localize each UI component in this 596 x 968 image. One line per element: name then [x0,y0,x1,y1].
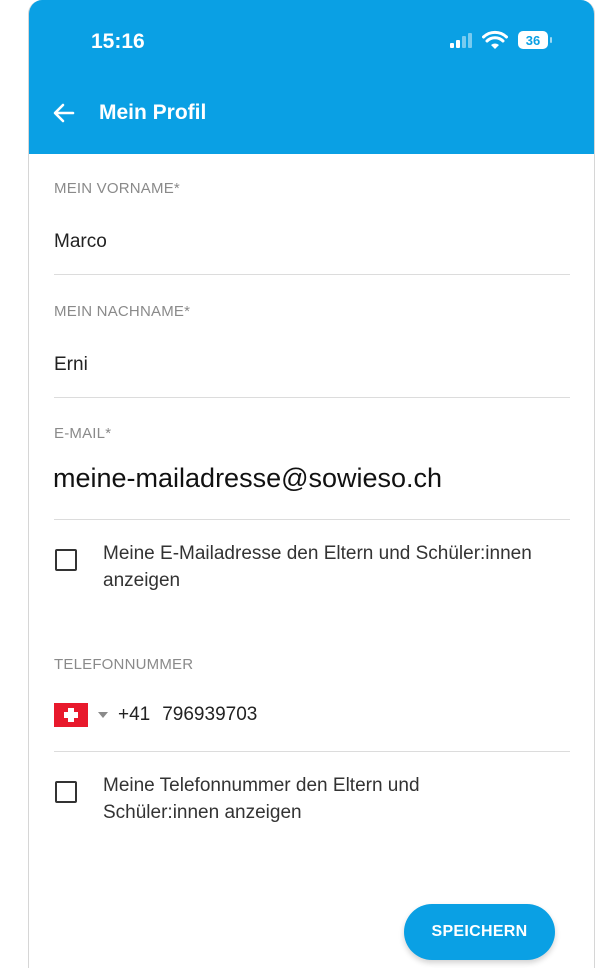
cellular-signal-icon [450,32,472,48]
battery-icon: 36 [518,31,552,49]
last-name-field[interactable]: Erni [54,354,88,376]
show-email-checkbox-row[interactable]: Meine E-Mailadresse den Eltern und Schül… [55,540,533,594]
page-title: Mein Profil [99,101,207,124]
first-name-field[interactable]: Marco [54,231,107,253]
divider [54,397,570,398]
show-phone-checkbox-row[interactable]: Meine Telefonnummer den Eltern und Schül… [55,772,533,826]
chevron-down-icon[interactable] [98,712,108,718]
app-screen: 15:16 36 Mein Profil MEIN VORNAME* Marco… [28,0,595,968]
phone-label: TELEFONNUMMER [54,656,194,673]
wifi-icon [482,30,508,49]
divider [54,274,570,275]
email-label: E-MAIL* [54,425,112,442]
show-email-checkbox[interactable] [55,549,77,571]
save-button[interactable]: SPEICHERN [404,904,555,960]
status-icons: 36 [450,30,552,50]
email-field[interactable]: meine-mailadresse@sowieso.ch [53,463,442,494]
back-arrow-icon[interactable] [51,100,77,126]
last-name-label: MEIN NACHNAME* [54,303,191,320]
show-email-checkbox-label: Meine E-Mailadresse den Eltern und Schül… [103,543,532,591]
show-phone-checkbox-label: Meine Telefonnummer den Eltern und Schül… [103,775,420,823]
app-bar: 15:16 36 Mein Profil [29,0,594,154]
status-time: 15:16 [91,30,145,53]
phone-input-row[interactable]: +41 796939703 [54,703,257,727]
divider [54,519,570,520]
divider [54,751,570,752]
show-phone-checkbox[interactable] [55,781,77,803]
dial-code: +41 [118,704,151,725]
first-name-label: MEIN VORNAME* [54,180,180,197]
swiss-flag-icon[interactable] [54,703,88,727]
phone-number-field[interactable]: 796939703 [162,704,257,726]
